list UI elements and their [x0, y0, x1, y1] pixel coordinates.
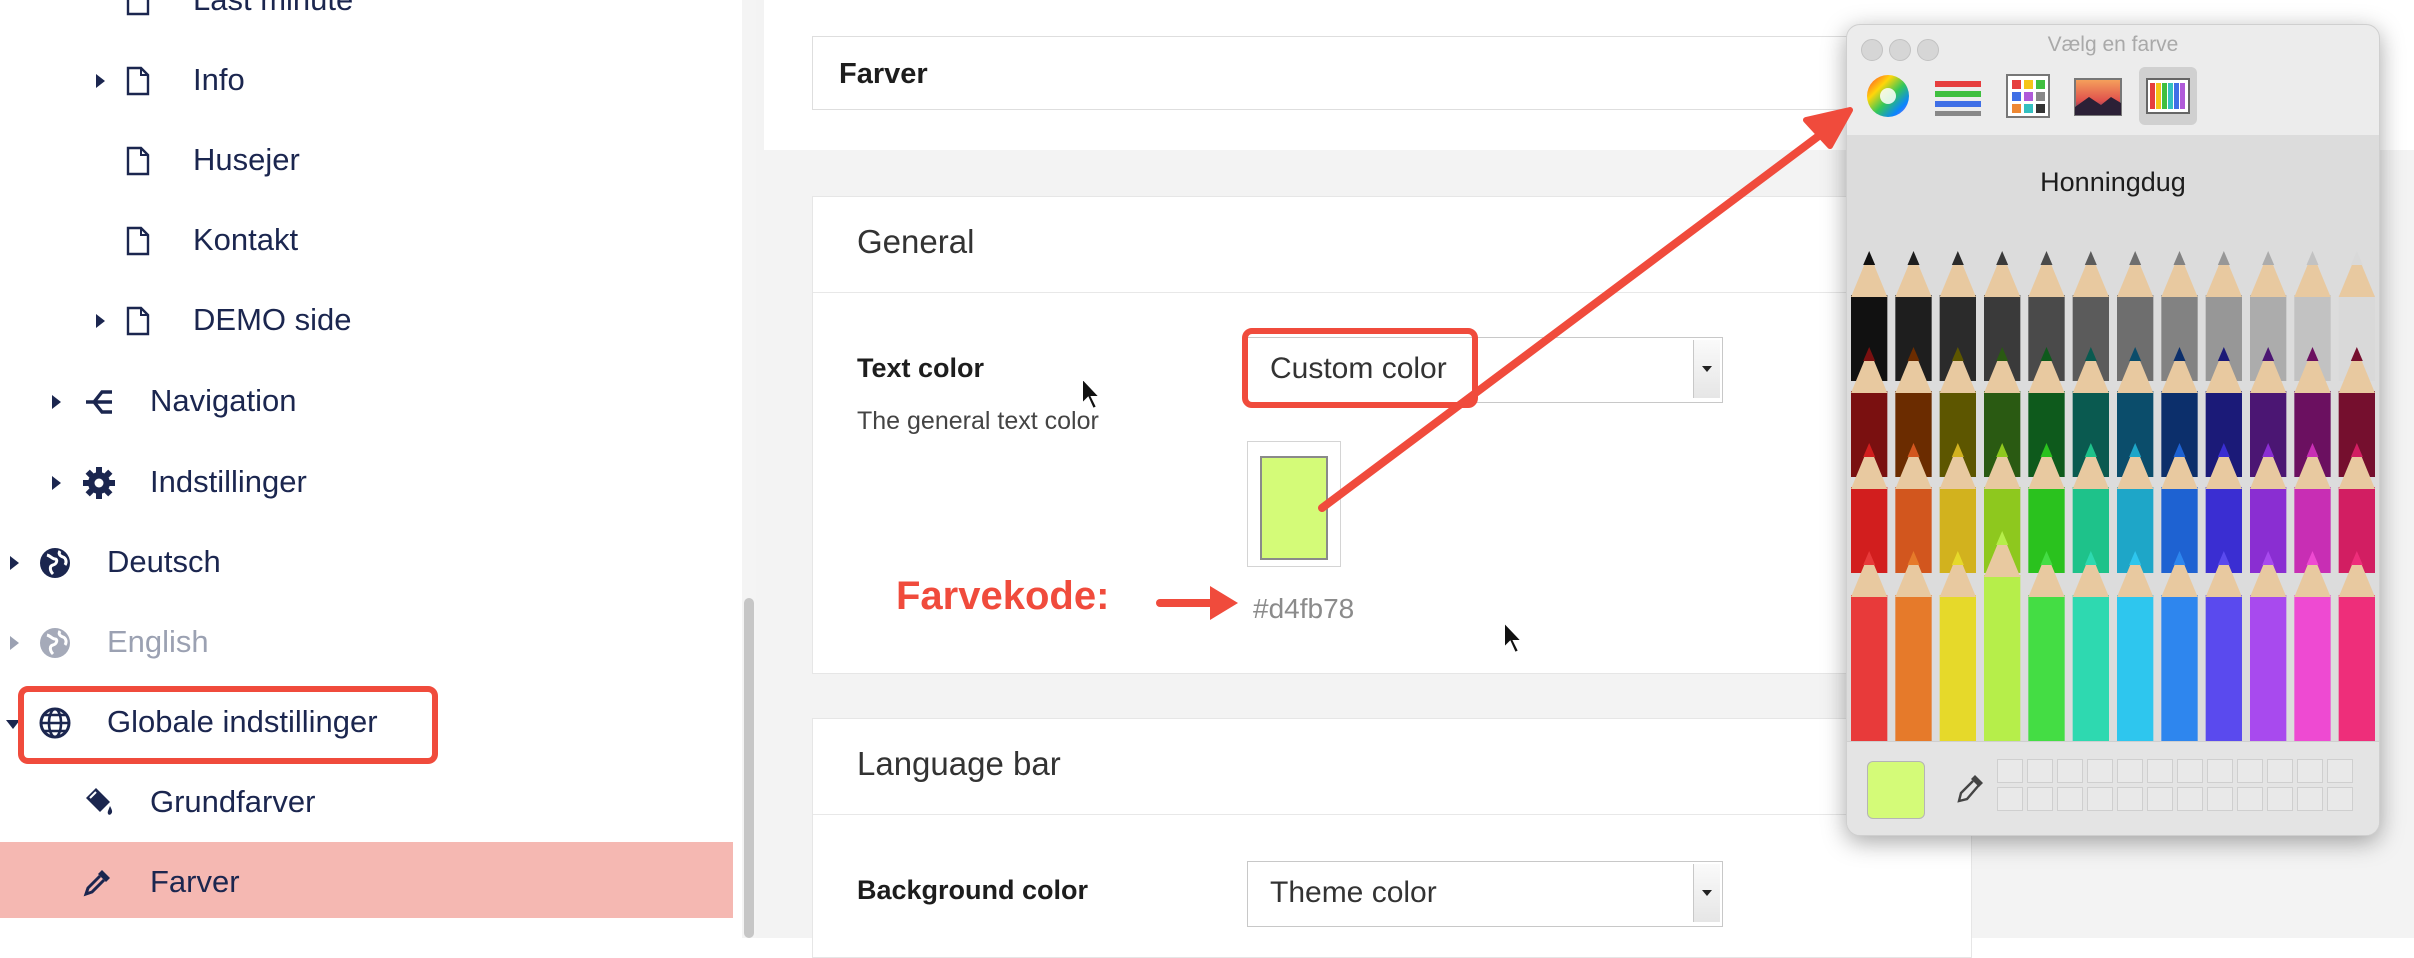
empty-color-well[interactable] [2327, 787, 2353, 811]
mouse-cursor-icon [1081, 376, 1103, 411]
annotation-label: Farvekode: [896, 574, 1110, 618]
image-palette-icon [2074, 78, 2122, 116]
paint-bucket-icon [86, 788, 113, 815]
globe-icon [40, 548, 70, 578]
empty-color-well[interactable] [2267, 787, 2293, 811]
language-bar-heading: Language bar [813, 719, 1971, 815]
sidebar-item-label: Farver [150, 864, 240, 899]
colored-pencil[interactable] [2072, 551, 2109, 761]
empty-color-well[interactable] [2057, 787, 2083, 811]
pencils-tab[interactable] [2139, 67, 2197, 125]
sidebar-item-label: Navigation [150, 383, 297, 418]
gear-icon [83, 467, 115, 499]
page-icon [126, 146, 150, 176]
page-icon [126, 306, 150, 336]
pencils-icon [2146, 78, 2190, 114]
globe-icon [40, 628, 70, 658]
empty-color-well[interactable] [2297, 787, 2323, 811]
empty-color-well[interactable] [2207, 759, 2233, 783]
mouse-cursor-icon [1503, 620, 1525, 655]
pencil-palette[interactable] [1847, 245, 2379, 761]
empty-color-well[interactable] [1997, 759, 2023, 783]
palettes-tab[interactable] [1999, 67, 2057, 125]
colored-pencil[interactable] [2294, 551, 2331, 761]
empty-color-well[interactable] [2087, 759, 2113, 783]
eyedropper-icon [83, 870, 110, 897]
background-color-select-value: Theme color [1270, 876, 1437, 909]
color-picker-window[interactable]: Vælg en farve Honningdug [1846, 24, 2380, 836]
hex-color-value: #d4fb78 [1253, 593, 1355, 624]
empty-color-well[interactable] [2147, 759, 2173, 783]
sidebar-item-label: Kontakt [193, 222, 299, 257]
empty-color-well[interactable] [2267, 759, 2293, 783]
expand-caret-icon[interactable] [52, 395, 61, 409]
sidebar-item-label: Husejer [193, 142, 300, 177]
empty-color-well[interactable] [2027, 759, 2053, 783]
sliders-tab[interactable] [1929, 67, 1987, 125]
empty-color-well[interactable] [2237, 787, 2263, 811]
colored-pencil[interactable] [1939, 551, 1976, 761]
background-color-label: Background color [857, 875, 1089, 905]
colored-pencil[interactable] [2117, 551, 2154, 761]
colored-pencil[interactable] [2338, 551, 2375, 761]
page-icon [126, 0, 150, 16]
empty-color-well[interactable] [2327, 759, 2353, 783]
empty-color-well[interactable] [2297, 759, 2323, 783]
page-tree-sidebar: Last minute Info Husejer Kontakt DEMO si… [0, 0, 733, 938]
sidebar-item-label: Grundfarver [150, 784, 316, 819]
empty-color-well[interactable] [1997, 787, 2023, 811]
empty-color-well[interactable] [2117, 787, 2143, 811]
text-color-label: Text color [857, 353, 985, 383]
sliders-icon [1935, 81, 1981, 116]
eyedropper-icon[interactable] [1953, 771, 1987, 809]
expand-caret-icon[interactable] [10, 556, 19, 570]
colored-pencil[interactable] [2161, 551, 2198, 761]
empty-color-well[interactable] [2087, 787, 2113, 811]
empty-color-well[interactable] [2237, 759, 2263, 783]
expand-caret-icon[interactable] [10, 636, 19, 650]
empty-color-well[interactable] [2177, 759, 2203, 783]
empty-color-well[interactable] [2177, 787, 2203, 811]
annotation-arrow-icon [1156, 586, 1238, 620]
colored-pencil[interactable] [2028, 551, 2065, 761]
palettes-icon [2006, 74, 2050, 118]
empty-color-well[interactable] [2117, 759, 2143, 783]
image-palette-tab[interactable] [2069, 67, 2127, 125]
empty-color-well[interactable] [2147, 787, 2173, 811]
colored-pencil[interactable] [2250, 551, 2287, 761]
sidebar-item-label: Info [193, 62, 245, 97]
sidebar-item-label: Indstillinger [150, 464, 307, 499]
page-icon [126, 226, 150, 256]
current-color-swatch[interactable] [1867, 761, 1925, 819]
colored-pencil[interactable] [1851, 551, 1888, 761]
sidebar-item-label: Deutsch [107, 544, 221, 579]
expand-caret-icon[interactable] [96, 314, 105, 328]
colored-pencil[interactable] [2205, 551, 2242, 761]
page-icon [126, 66, 150, 96]
empty-color-well[interactable] [2207, 787, 2233, 811]
colored-pencil[interactable] [1895, 551, 1932, 761]
color-picker-title: Vælg en farve [2047, 33, 2179, 56]
annotation-highlight-box [18, 686, 438, 764]
empty-color-well[interactable] [2027, 787, 2053, 811]
navigation-icon [86, 390, 112, 414]
sidebar-scrollbar-thumb[interactable] [744, 598, 754, 938]
expand-caret-icon[interactable] [96, 74, 105, 88]
background-color-select[interactable]: Theme color [1247, 861, 1723, 927]
language-bar-panel: Language bar Background color Theme colo… [812, 718, 1972, 958]
selected-color-name: Honningdug [2040, 167, 2186, 197]
text-color-description: The general text color [857, 407, 1099, 435]
sidebar-item-label: Last minute [193, 0, 353, 18]
colored-pencil[interactable] [1984, 531, 2021, 761]
annotation-arrow-icon [1318, 107, 1853, 512]
sidebar-item-label: English [107, 624, 209, 659]
chevron-down-icon[interactable] [1693, 864, 1720, 922]
expand-caret-icon[interactable] [52, 476, 61, 490]
empty-color-well[interactable] [2057, 759, 2083, 783]
sidebar-item-label: DEMO side [193, 302, 352, 337]
